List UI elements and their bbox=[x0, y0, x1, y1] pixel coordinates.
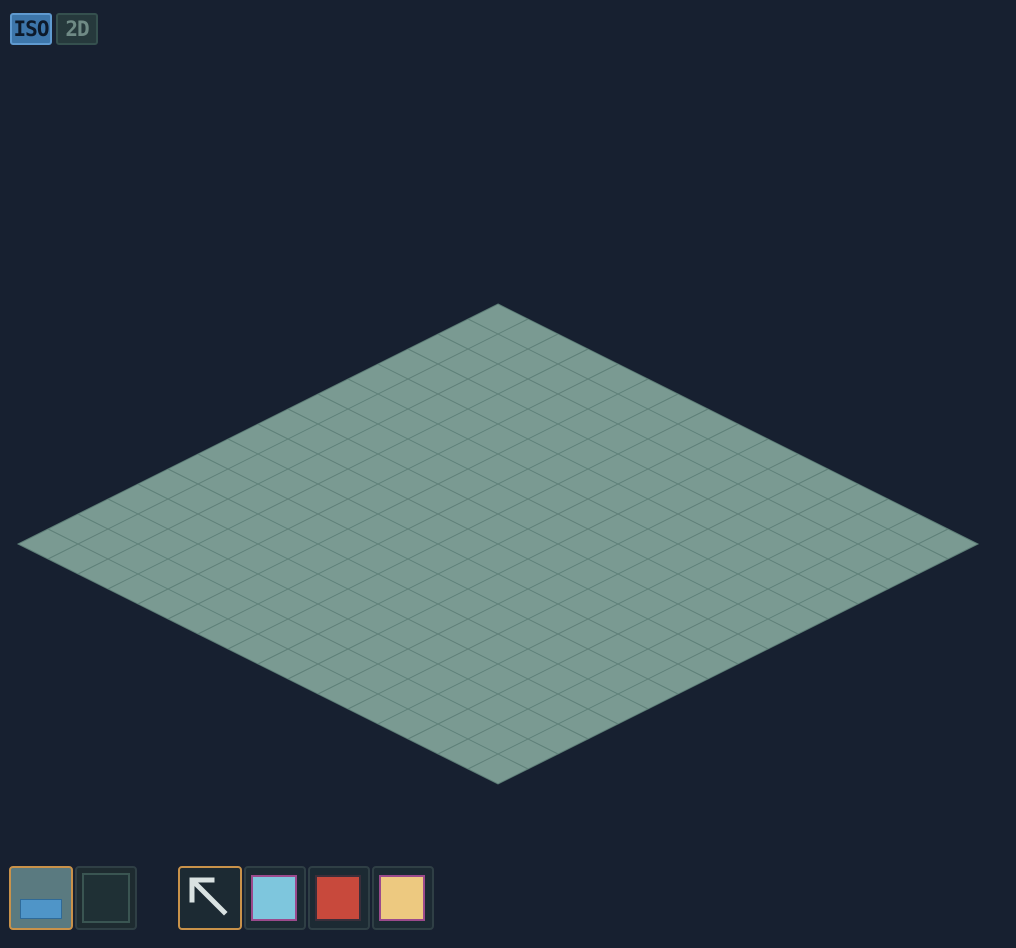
yellow-swatch bbox=[379, 875, 425, 921]
layer-empty-inner bbox=[82, 873, 130, 923]
game-canvas[interactable]: ISO 2D bbox=[0, 0, 1016, 948]
pointer-tool-button[interactable] bbox=[178, 866, 242, 930]
isometric-board[interactable] bbox=[0, 0, 1016, 948]
layer-slot-floor[interactable] bbox=[9, 866, 73, 930]
red-swatch bbox=[315, 875, 361, 921]
color-swatch-red[interactable] bbox=[308, 866, 370, 930]
color-swatch-yellow[interactable] bbox=[372, 866, 434, 930]
color-swatch-light-blue[interactable] bbox=[244, 866, 306, 930]
layer-floor-marker bbox=[20, 899, 62, 919]
layer-slot-empty[interactable] bbox=[75, 866, 137, 930]
light-blue-swatch bbox=[251, 875, 297, 921]
cursor-arrow-icon bbox=[189, 877, 228, 916]
